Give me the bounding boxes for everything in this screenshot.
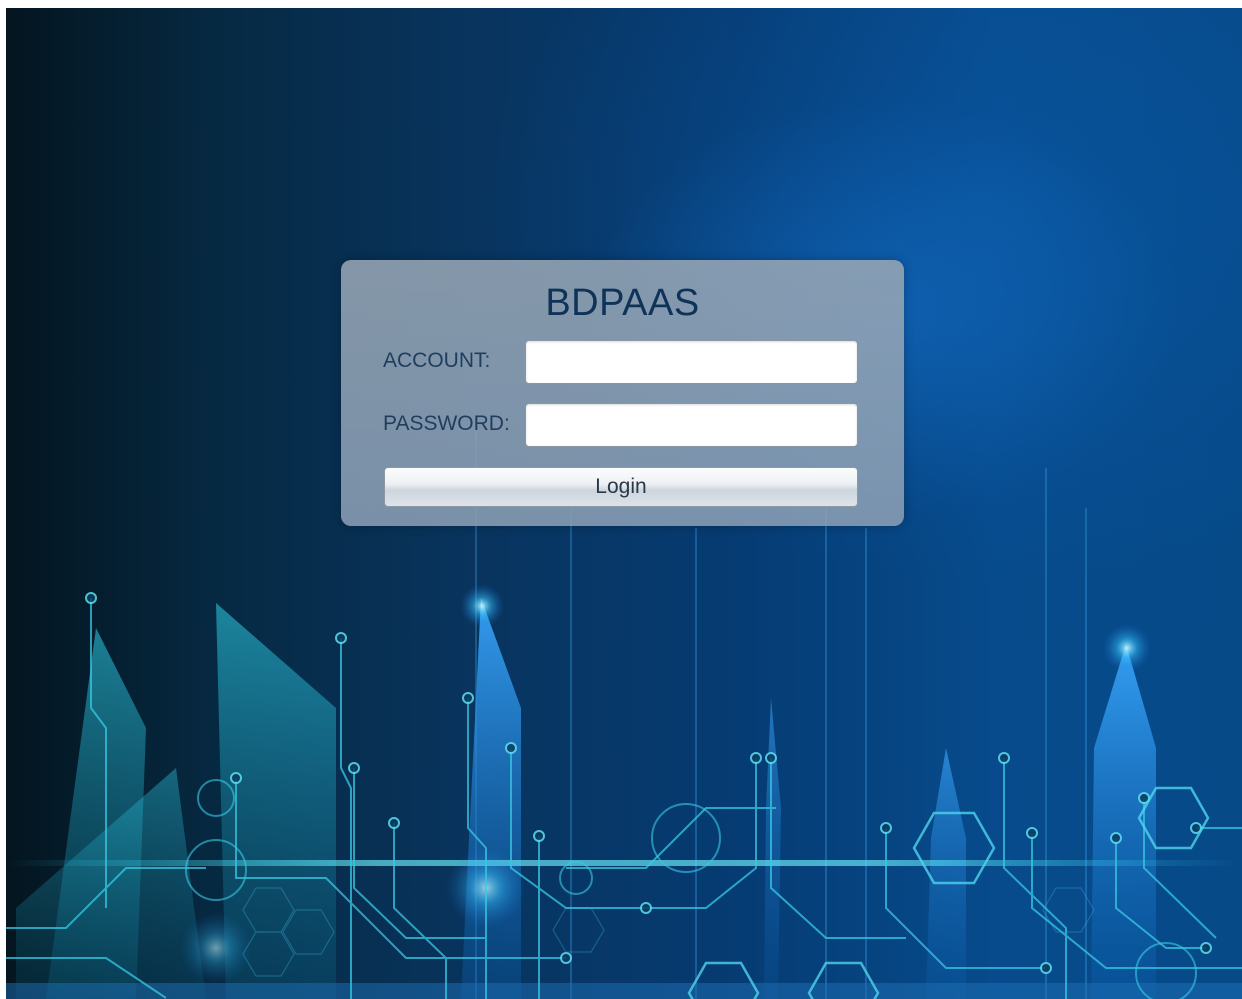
- account-label: ACCOUNT:: [383, 349, 491, 372]
- login-page: BDPAAS ACCOUNT: PASSWORD: Login: [6, 8, 1242, 999]
- password-input[interactable]: [525, 403, 858, 447]
- password-label: PASSWORD:: [383, 412, 510, 435]
- login-button[interactable]: Login: [384, 467, 858, 507]
- account-input[interactable]: [525, 340, 858, 384]
- login-panel: BDPAAS ACCOUNT: PASSWORD: Login: [341, 260, 904, 526]
- app-title: BDPAAS: [545, 282, 700, 324]
